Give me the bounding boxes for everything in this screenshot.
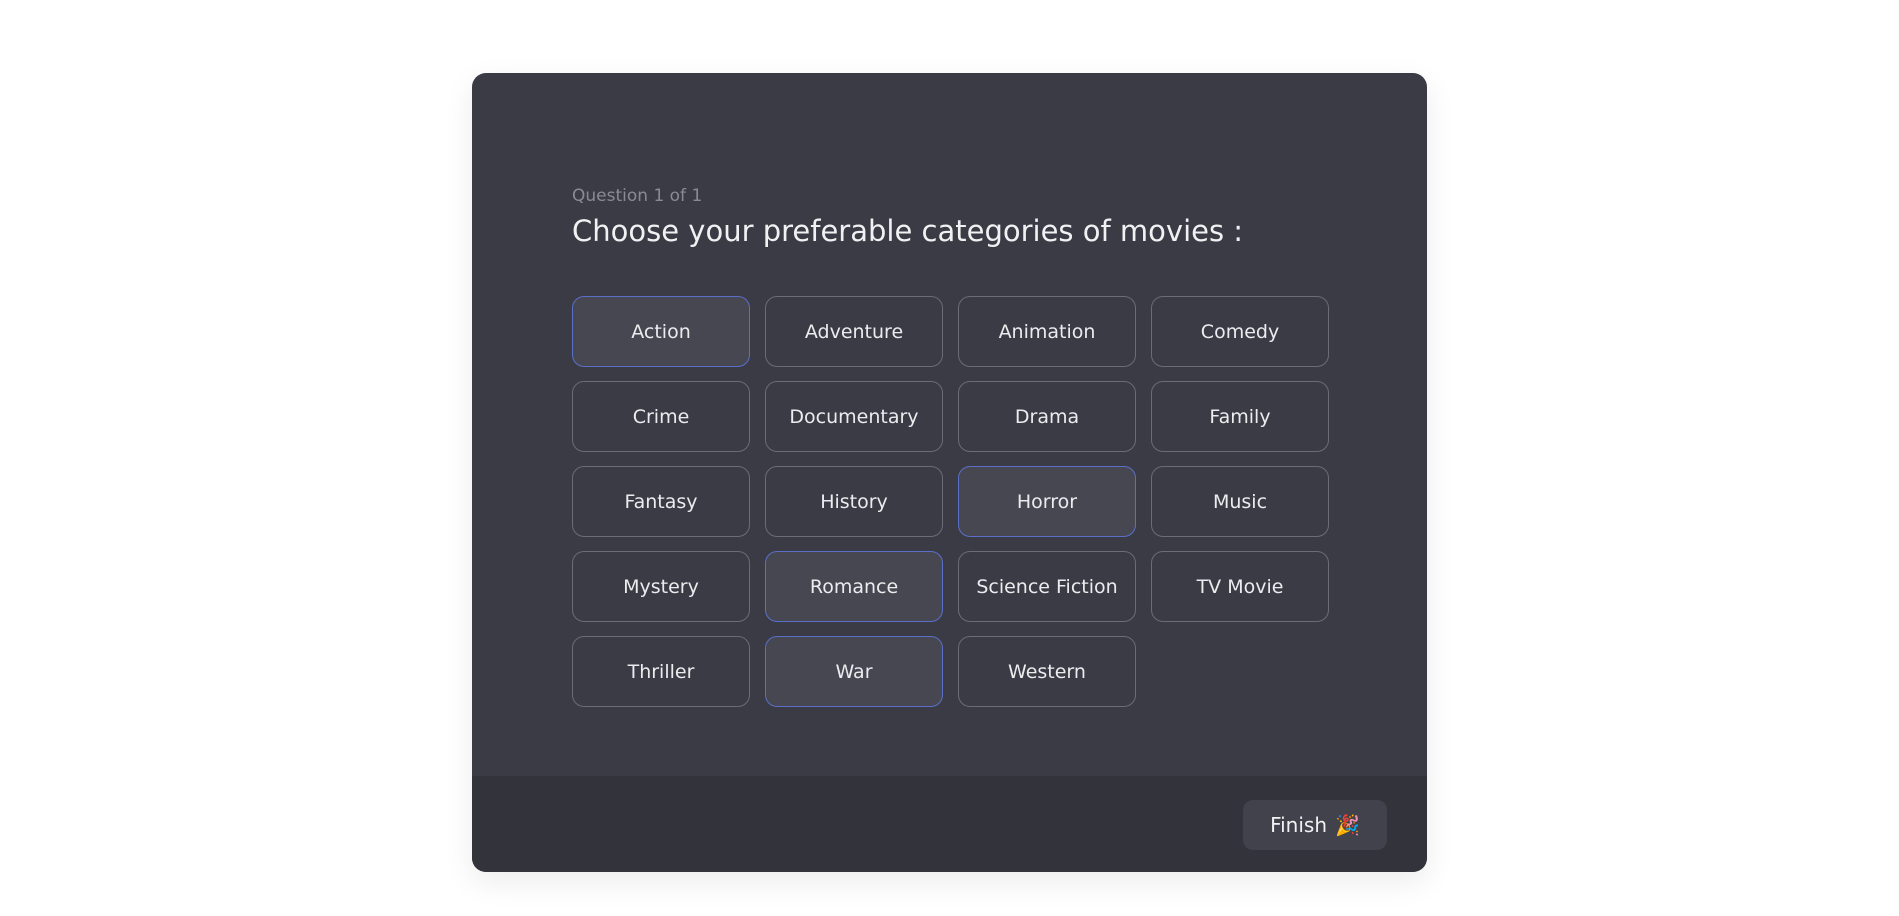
quiz-card: Question 1 of 1 Choose your preferable c…	[472, 73, 1427, 872]
option-mystery[interactable]: Mystery	[572, 551, 750, 622]
option-fantasy[interactable]: Fantasy	[572, 466, 750, 537]
option-animation[interactable]: Animation	[958, 296, 1136, 367]
option-tv-movie[interactable]: TV Movie	[1151, 551, 1329, 622]
option-horror[interactable]: Horror	[958, 466, 1136, 537]
category-options-grid: Action Adventure Animation Comedy Crime …	[572, 296, 1332, 707]
option-action[interactable]: Action	[572, 296, 750, 367]
option-history[interactable]: History	[765, 466, 943, 537]
question-title: Choose your preferable categories of mov…	[572, 214, 1244, 248]
option-science-fiction[interactable]: Science Fiction	[958, 551, 1136, 622]
option-documentary[interactable]: Documentary	[765, 381, 943, 452]
option-drama[interactable]: Drama	[958, 381, 1136, 452]
option-western[interactable]: Western	[958, 636, 1136, 707]
question-section: Question 1 of 1 Choose your preferable c…	[572, 186, 1332, 707]
option-thriller[interactable]: Thriller	[572, 636, 750, 707]
option-romance[interactable]: Romance	[765, 551, 943, 622]
option-war[interactable]: War	[765, 636, 943, 707]
option-comedy[interactable]: Comedy	[1151, 296, 1329, 367]
party-popper-icon: 🎉	[1335, 813, 1360, 837]
option-music[interactable]: Music	[1151, 466, 1329, 537]
option-crime[interactable]: Crime	[572, 381, 750, 452]
quiz-footer: Finish 🎉	[472, 776, 1427, 872]
option-adventure[interactable]: Adventure	[765, 296, 943, 367]
question-counter: Question 1 of 1	[572, 186, 703, 206]
finish-button-label: Finish	[1270, 813, 1328, 837]
option-family[interactable]: Family	[1151, 381, 1329, 452]
finish-button[interactable]: Finish 🎉	[1243, 800, 1387, 850]
